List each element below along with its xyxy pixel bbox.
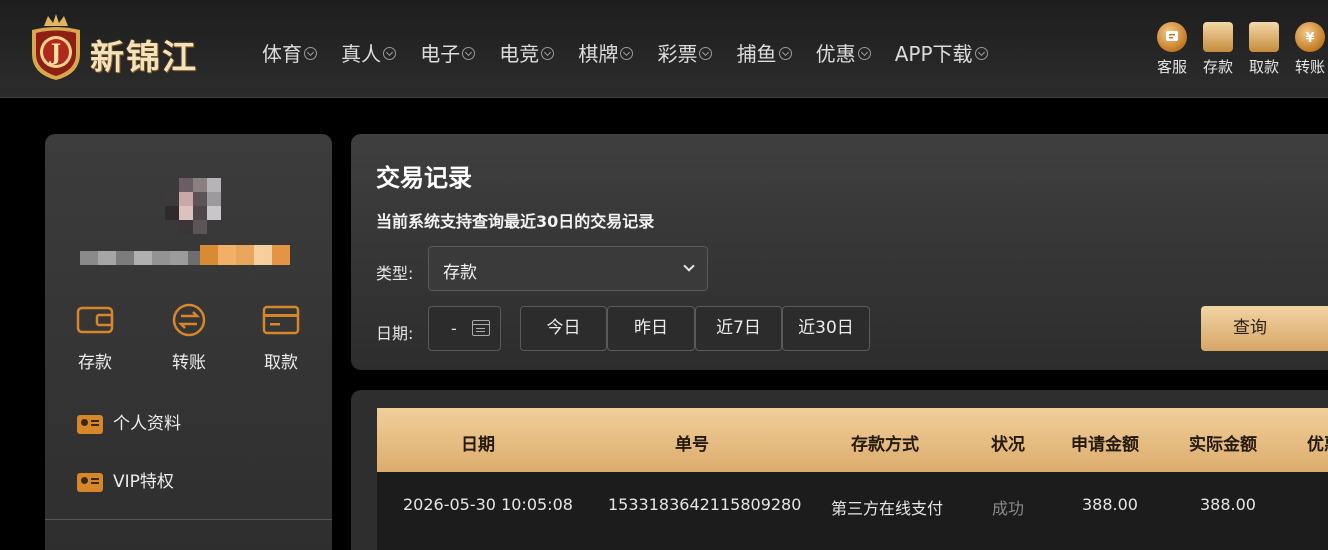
chevron-down-icon bbox=[541, 47, 555, 60]
chevron-down-icon bbox=[778, 47, 792, 60]
cell-requested-amount: 388.00 bbox=[1082, 495, 1138, 514]
nav-cards[interactable]: 棋牌 bbox=[578, 38, 634, 67]
chevron-down-icon bbox=[462, 47, 476, 60]
col-actual-amount: 实际金额 bbox=[1189, 435, 1257, 455]
safe-box-icon bbox=[1249, 22, 1279, 52]
transactions-table: 日期 单号 存款方式 状况 申请金额 实际金额 优惠 2026-05-30 10… bbox=[377, 408, 1328, 550]
results-panel: 日期 单号 存款方式 状况 申请金额 实际金额 优惠 2026-05-30 10… bbox=[351, 390, 1328, 550]
chevron-down-icon bbox=[857, 47, 871, 60]
nav-slots[interactable]: 电子 bbox=[420, 38, 476, 67]
coin-icon: ¥ bbox=[1295, 22, 1325, 52]
sidebar-transfer[interactable]: 转账 bbox=[159, 302, 219, 373]
quick-transfer[interactable]: ¥ 转账 bbox=[1288, 22, 1328, 77]
chevron-down-icon bbox=[304, 47, 317, 60]
chevron-down-icon bbox=[683, 260, 695, 272]
wallet-icon bbox=[1203, 22, 1233, 52]
chat-bubble-icon bbox=[1157, 22, 1187, 52]
range-7days-button[interactable]: 近7日 bbox=[695, 306, 782, 351]
range-30days-button[interactable]: 近30日 bbox=[782, 306, 870, 351]
range-yesterday-button[interactable]: 昨日 bbox=[607, 306, 695, 351]
chevron-down-icon bbox=[974, 47, 988, 60]
range-today-button[interactable]: 今日 bbox=[520, 306, 607, 351]
chevron-down-icon bbox=[620, 47, 634, 60]
cell-deposit-method: 第三方在线支付 bbox=[831, 499, 944, 518]
main-nav: 体育 真人 电子 电竞 棋牌 彩票 捕鱼 优惠 APP下载 bbox=[262, 38, 1007, 68]
type-select[interactable]: 存款 bbox=[428, 246, 708, 291]
username-pixelated bbox=[80, 245, 290, 265]
card-icon bbox=[262, 305, 300, 335]
brand-name: 新锦江 bbox=[90, 38, 198, 78]
cell-actual-amount: 388.00 bbox=[1200, 495, 1256, 514]
crown-shield-icon: J bbox=[32, 14, 80, 80]
quick-withdraw[interactable]: 取款 bbox=[1242, 22, 1286, 77]
date-label: 日期: bbox=[376, 324, 414, 343]
page-title: 交易记录 bbox=[376, 164, 472, 192]
nav-app-download[interactable]: APP下载 bbox=[895, 38, 988, 67]
nav-fishing[interactable]: 捕鱼 bbox=[737, 38, 792, 67]
transfer-icon bbox=[172, 303, 206, 337]
nav-live[interactable]: 真人 bbox=[341, 38, 397, 67]
svg-text:J: J bbox=[49, 40, 61, 66]
quick-deposit[interactable]: 存款 bbox=[1196, 22, 1240, 77]
nav-esports[interactable]: 电竞 bbox=[499, 38, 555, 67]
sidebar-item-profile[interactable]: 个人资料 bbox=[77, 409, 181, 434]
nav-sports[interactable]: 体育 bbox=[262, 38, 317, 67]
brand-logo[interactable]: J 新锦江 bbox=[26, 14, 236, 84]
query-hint: 当前系统支持查询最近30日的交易记录 bbox=[376, 212, 655, 231]
nav-promotions[interactable]: 优惠 bbox=[816, 38, 871, 67]
svg-text:¥: ¥ bbox=[1305, 31, 1314, 46]
cell-date: 2026-05-30 10:05:08 bbox=[403, 495, 573, 514]
col-requested-amount: 申请金额 bbox=[1071, 435, 1139, 455]
col-order-number: 单号 bbox=[675, 435, 709, 455]
wallet-icon bbox=[76, 306, 114, 334]
sidebar-divider bbox=[45, 519, 332, 520]
col-date: 日期 bbox=[461, 435, 495, 455]
sidebar-deposit[interactable]: 存款 bbox=[65, 302, 125, 373]
transaction-query-panel: 交易记录 当前系统支持查询最近30日的交易记录 类型: 存款 日期: - 今日 … bbox=[351, 134, 1328, 370]
col-bonus: 优惠 bbox=[1307, 435, 1328, 455]
chevron-down-icon bbox=[699, 47, 713, 60]
chevron-down-icon bbox=[383, 47, 397, 60]
quick-customer-service[interactable]: 客服 bbox=[1150, 22, 1194, 77]
top-header: J 新锦江 体育 真人 电子 电竞 棋牌 彩票 捕鱼 优惠 APP下载 客服 存… bbox=[0, 0, 1328, 98]
type-label: 类型: bbox=[376, 264, 414, 283]
sidebar-item-vip[interactable]: VIP特权 bbox=[77, 467, 174, 492]
table-header: 日期 单号 存款方式 状况 申请金额 实际金额 优惠 bbox=[377, 408, 1328, 472]
nav-lottery[interactable]: 彩票 bbox=[657, 38, 713, 67]
date-range-input[interactable]: - bbox=[428, 306, 501, 351]
id-card-icon bbox=[77, 414, 103, 434]
col-status: 状况 bbox=[991, 435, 1025, 455]
query-button[interactable]: 查询 bbox=[1201, 306, 1328, 351]
calendar-icon bbox=[472, 320, 490, 336]
id-card-icon bbox=[77, 472, 103, 492]
cell-order-number: 1533183642115809280 bbox=[608, 495, 802, 514]
account-sidebar: 存款 转账 取款 个人资料 VIP特权 bbox=[45, 134, 332, 550]
col-deposit-method: 存款方式 bbox=[851, 435, 919, 455]
sidebar-withdraw[interactable]: 取款 bbox=[251, 302, 311, 373]
status-badge: 成功 bbox=[992, 499, 1025, 518]
